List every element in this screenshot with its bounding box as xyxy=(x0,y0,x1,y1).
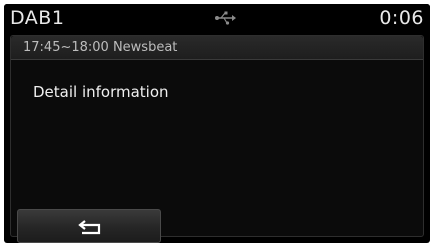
detail-panel: 17:45~18:00 Newsbeat Detail information xyxy=(10,35,424,243)
back-button[interactable] xyxy=(17,209,161,243)
program-header: 17:45~18:00 Newsbeat xyxy=(11,36,423,60)
clock: 0:06 xyxy=(379,7,424,29)
back-arrow-icon xyxy=(78,220,101,235)
source-title: DAB1 xyxy=(10,7,65,29)
status-bar: DAB1 0:06 xyxy=(4,4,430,34)
program-time-title: 17:45~18:00 Newsbeat xyxy=(23,40,178,55)
usb-icon xyxy=(215,11,236,25)
detail-information-text: Detail information xyxy=(33,83,169,101)
dab-detail-screen: DAB1 0:06 17:45~18:00 Newsbeat Detail in… xyxy=(4,4,430,243)
